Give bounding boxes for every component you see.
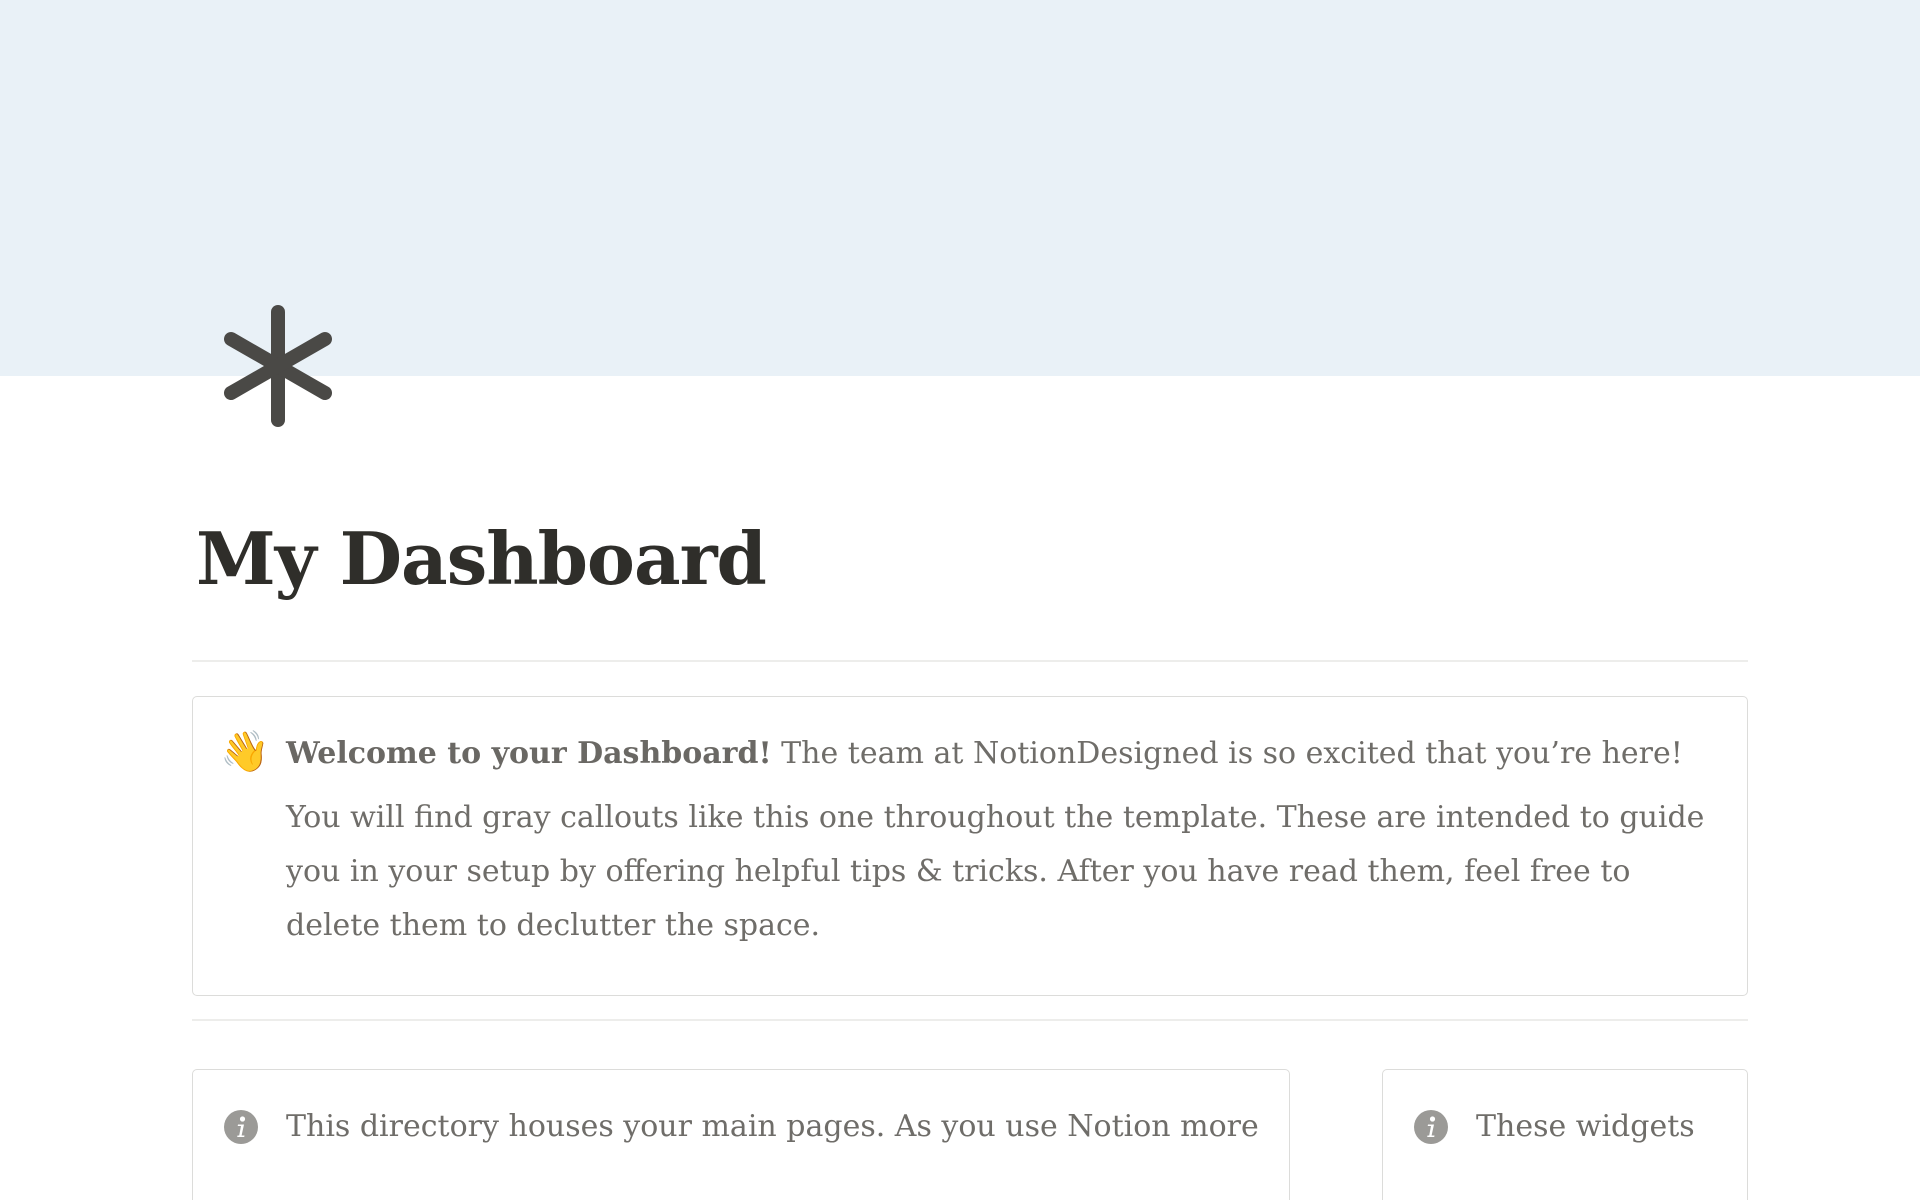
widgets-callout-text[interactable]: These widgets [1476, 1100, 1695, 1154]
welcome-callout-heading: Welcome to your Dashboard! [286, 736, 772, 771]
divider [192, 1019, 1748, 1021]
waving-hand-icon: 👋 [220, 729, 270, 775]
asterisk-icon[interactable] [214, 302, 342, 430]
info-icon [1414, 1110, 1448, 1144]
info-icon [224, 1110, 258, 1144]
welcome-callout-body[interactable]: You will find gray callouts like this on… [286, 791, 1726, 953]
directory-callout-text[interactable]: This directory houses your main pages. A… [286, 1100, 1259, 1154]
welcome-callout-first-line[interactable]: Welcome to your Dashboard! The team at N… [286, 727, 1683, 781]
page-title[interactable]: My Dashboard [196, 516, 767, 602]
welcome-callout-intro: The team at NotionDesigned is so excited… [771, 736, 1683, 771]
divider [192, 660, 1748, 662]
